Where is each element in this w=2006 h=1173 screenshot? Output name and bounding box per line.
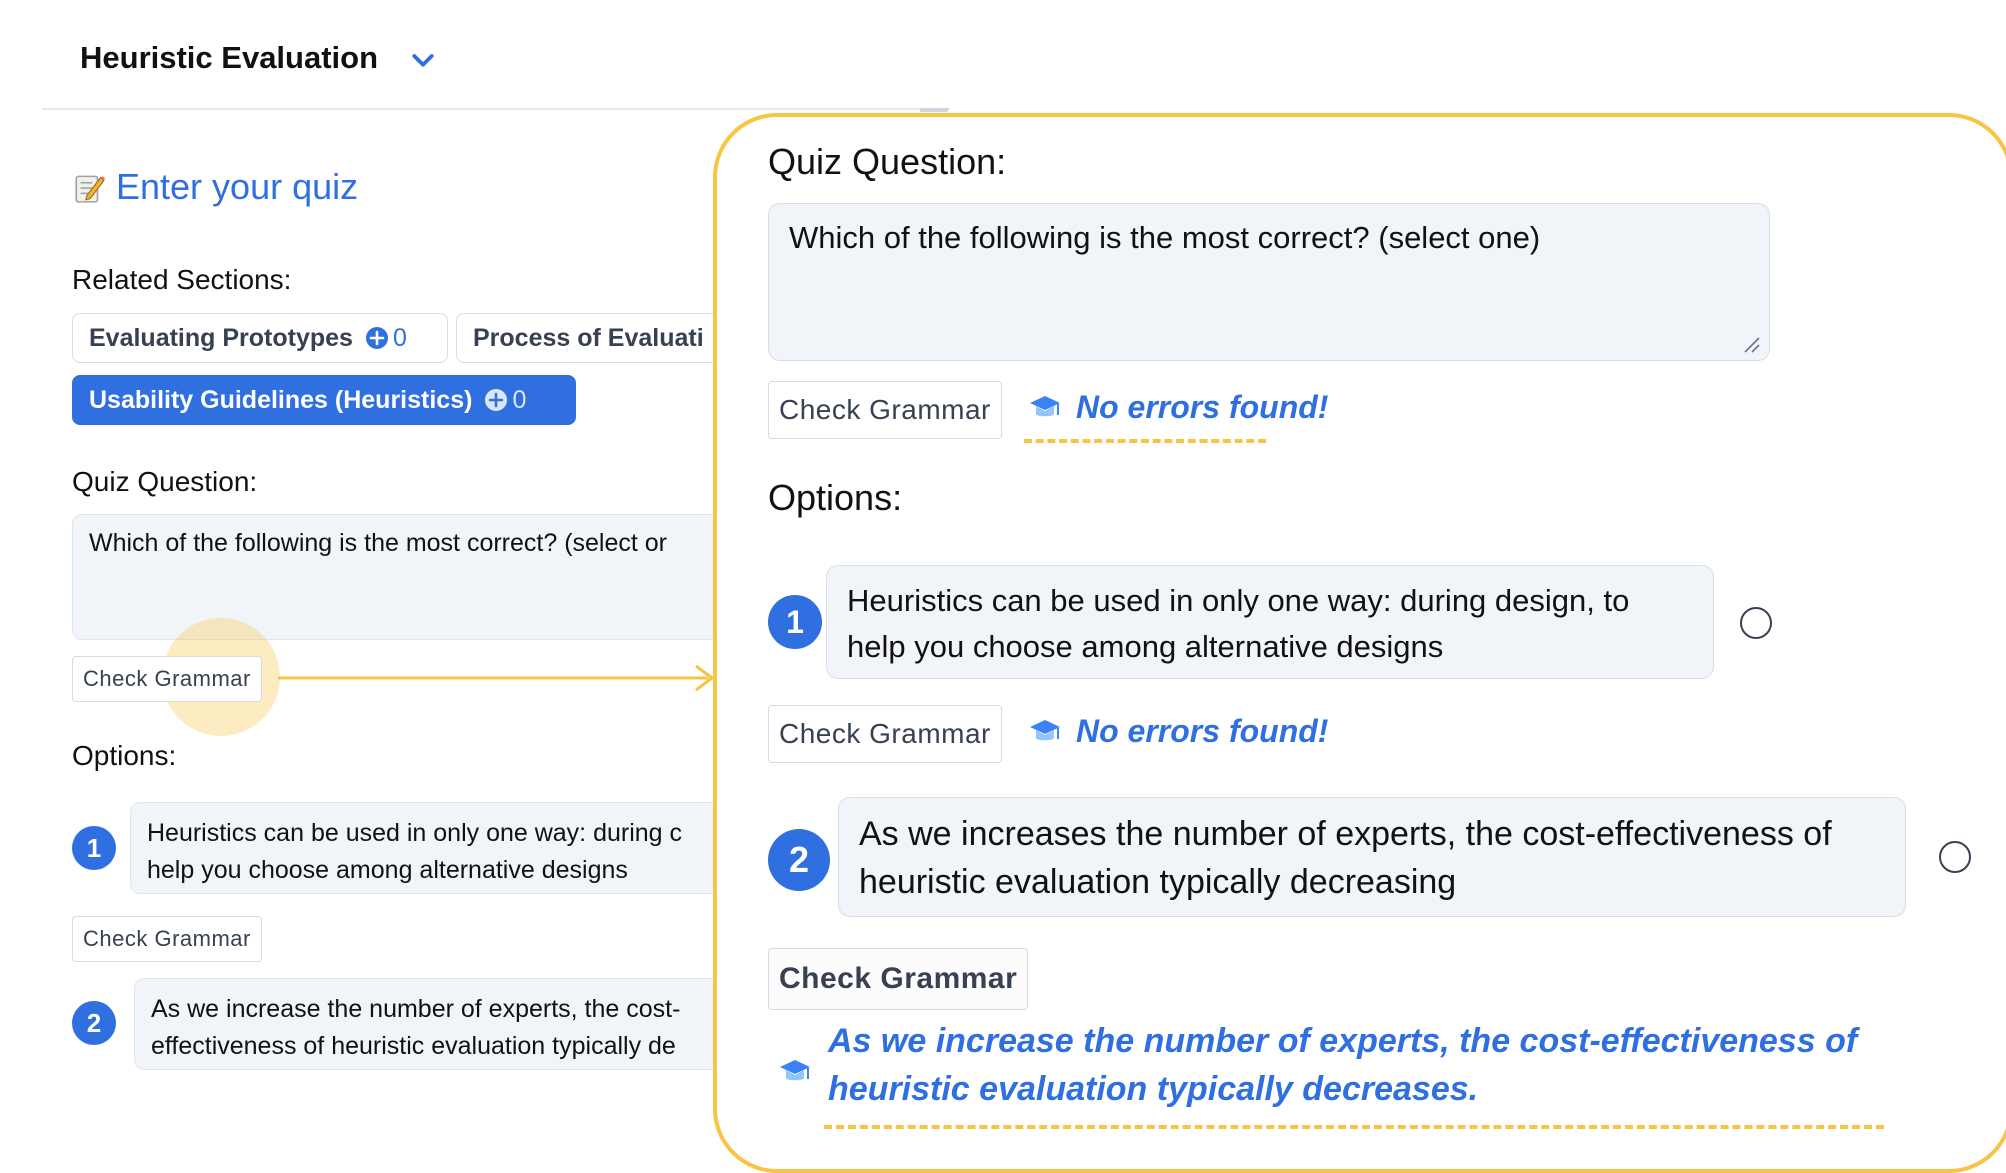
arrow-right-icon bbox=[278, 664, 715, 692]
options-label: Options: bbox=[72, 740, 177, 771]
zoom-check-grammar-button[interactable]: Check Grammar bbox=[768, 948, 1029, 1010]
zoom-check-grammar-button[interactable]: Check Grammar bbox=[768, 705, 1002, 763]
option-text-line: Heuristics can be used in only one way: … bbox=[847, 583, 1630, 618]
page-title: Heuristic Evaluation bbox=[80, 40, 379, 75]
quiz-heading-text: Enter your quiz bbox=[116, 166, 359, 207]
grammar-result-text: No errors found! bbox=[1076, 389, 1329, 425]
plus-circle-icon[interactable] bbox=[365, 326, 389, 350]
chevron-down-icon[interactable] bbox=[408, 46, 438, 76]
suggestion-line: As we increase the number of experts, th… bbox=[828, 1022, 1858, 1060]
section-chip-count-value: 0 bbox=[392, 323, 407, 352]
zoom-quiz-question-label: Quiz Question: bbox=[768, 141, 1007, 182]
check-grammar-button[interactable]: Check Grammar bbox=[72, 656, 262, 702]
option-text-line: help you choose among alternative design… bbox=[147, 856, 628, 884]
option-radio-2[interactable] bbox=[1939, 841, 1971, 873]
grammar-result: No errors found! bbox=[1028, 389, 1328, 426]
section-chip-count-value: 0 bbox=[512, 385, 527, 414]
section-chip-label: Process of Evaluati bbox=[473, 323, 704, 352]
graduation-cap-icon bbox=[1030, 719, 1060, 740]
option-number-badge: 1 bbox=[72, 826, 116, 870]
section-chip-usability-guidelines[interactable]: Usability Guidelines (Heuristics) 0 bbox=[72, 375, 576, 425]
zoom-option-input-2[interactable]: As we increases the number of experts, t… bbox=[838, 797, 1906, 917]
option-input-2[interactable]: As we increase the number of experts, th… bbox=[134, 978, 732, 1070]
section-chip-count[interactable]: 0 bbox=[365, 324, 407, 353]
resize-handle-icon[interactable] bbox=[1741, 334, 1761, 354]
zoom-check-grammar-button[interactable]: Check Grammar bbox=[768, 381, 1002, 439]
graduation-cap-icon bbox=[1030, 395, 1060, 416]
quiz-question-input[interactable]: Which of the following is the most corre… bbox=[72, 514, 732, 640]
header-divider bbox=[42, 108, 950, 110]
section-chip-label: Evaluating Prototypes bbox=[89, 323, 353, 352]
quiz-question-label: Quiz Question: bbox=[72, 466, 258, 497]
plus-circle-icon[interactable] bbox=[484, 388, 508, 412]
option-number-badge: 2 bbox=[72, 1001, 116, 1045]
zoom-question-text: Which of the following is the most corre… bbox=[789, 220, 1541, 255]
grammar-suggestion: As we increase the number of experts, th… bbox=[828, 1017, 1928, 1113]
option-text-line: As we increase the number of experts, th… bbox=[151, 995, 681, 1023]
option-number-badge: 1 bbox=[768, 595, 822, 649]
option-input-1[interactable]: Heuristics can be used in only one way: … bbox=[130, 802, 732, 894]
grammar-result: No errors found! bbox=[1028, 713, 1328, 750]
grammar-result-text: No errors found! bbox=[1076, 713, 1329, 749]
highlight-underline bbox=[824, 1125, 1884, 1129]
section-chip-process-of-evaluation[interactable]: Process of Evaluati bbox=[456, 313, 720, 363]
zoom-option-input-1[interactable]: Heuristics can be used in only one way: … bbox=[826, 565, 1714, 679]
check-grammar-button[interactable]: Check Grammar bbox=[72, 916, 262, 962]
graduation-cap-icon bbox=[780, 1060, 810, 1081]
option-text-line: help you choose among alternative design… bbox=[847, 629, 1444, 664]
option-text-line: As we increases the number of experts, t… bbox=[859, 815, 1832, 853]
highlight-underline bbox=[1024, 439, 1266, 443]
zoom-callout: Quiz Question: Which of the following is… bbox=[713, 113, 2006, 1173]
zoom-quiz-question-input[interactable]: Which of the following is the most corre… bbox=[768, 203, 1770, 361]
option-text-line: Heuristics can be used in only one way: … bbox=[147, 819, 683, 847]
option-radio-1[interactable] bbox=[1740, 607, 1772, 639]
suggestion-line: heuristic evaluation typically decreases… bbox=[828, 1070, 1479, 1108]
section-chip-evaluating-prototypes[interactable]: Evaluating Prototypes 0 bbox=[72, 313, 448, 363]
section-chip-label: Usability Guidelines (Heuristics) bbox=[89, 385, 473, 414]
zoom-options-label: Options: bbox=[768, 477, 903, 518]
memo-icon bbox=[75, 175, 105, 203]
related-sections-label: Related Sections: bbox=[72, 264, 292, 295]
section-chip-count[interactable]: 0 bbox=[484, 386, 526, 415]
option-text-line: effectiveness of heuristic evaluation ty… bbox=[151, 1032, 676, 1060]
option-number-badge: 2 bbox=[768, 829, 830, 891]
option-text-line: heuristic evaluation typically decreasin… bbox=[859, 863, 1457, 901]
scroll-indicator bbox=[920, 108, 948, 112]
quiz-heading: Enter your quiz bbox=[72, 166, 358, 208]
